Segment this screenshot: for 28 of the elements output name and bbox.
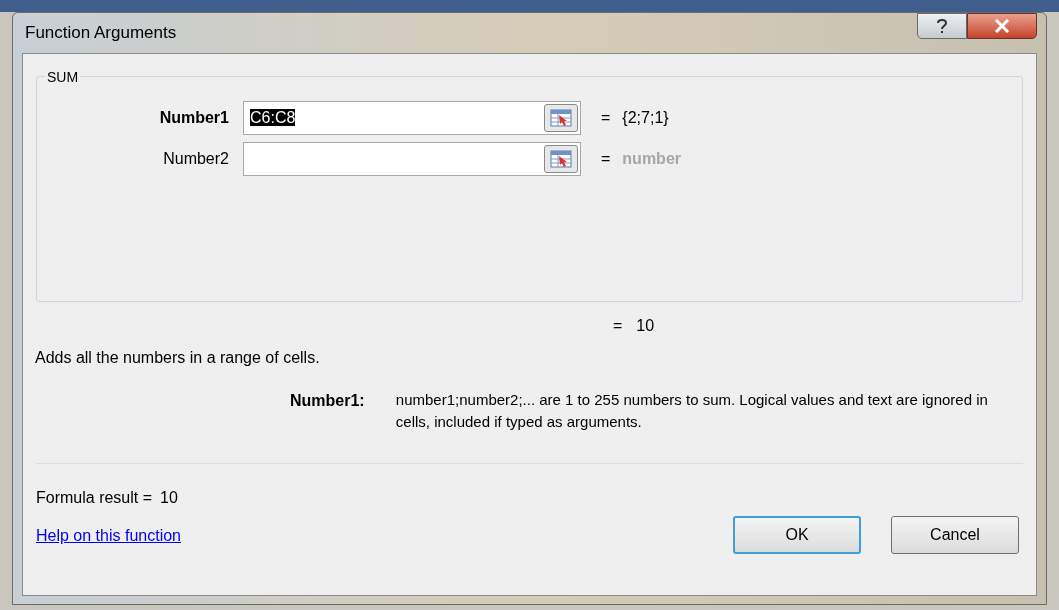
collapse-dialog-button[interactable]: [544, 144, 578, 173]
argument-help-text: number1;number2;... are 1 to 255 numbers to sum. Logical values and text are ignored in cells, included if typed as arguments.: [395, 390, 989, 432]
formula-result-value: 10: [160, 488, 178, 508]
argument-label: Number2: [162, 148, 230, 169]
argument-field[interactable]: [243, 141, 581, 176]
window-title: Function Arguments: [25, 22, 177, 45]
collapse-dialog-icon: [550, 108, 572, 127]
dialog-button[interactable]: Cancel: [891, 516, 1019, 554]
equals-sign: =: [601, 107, 611, 128]
argument-result: number: [622, 148, 681, 169]
collapse-dialog-icon: [550, 149, 572, 168]
argument-field[interactable]: C6:C8: [243, 100, 581, 135]
formula-result-label: Formula result =: [36, 488, 153, 508]
collapse-dialog-button[interactable]: [544, 103, 578, 132]
function-result: 10: [636, 316, 655, 336]
argument-label: Number1: [158, 107, 230, 128]
help-link[interactable]: Help on this function: [36, 524, 181, 548]
dialog-button[interactable]: OK: [733, 516, 861, 554]
equals-sign: =: [613, 316, 623, 336]
help-icon: [936, 18, 948, 34]
equals-sign: =: [601, 148, 611, 169]
close-icon: [994, 19, 1010, 33]
argument-result: {2;7;1}: [622, 107, 669, 128]
help-button[interactable]: [917, 13, 967, 39]
argument-help-label: Number1:: [290, 391, 366, 411]
field-value: C6:C8: [250, 108, 296, 126]
function-description: Adds all the numbers in a range of cells.: [35, 348, 321, 368]
close-button[interactable]: [967, 13, 1037, 39]
